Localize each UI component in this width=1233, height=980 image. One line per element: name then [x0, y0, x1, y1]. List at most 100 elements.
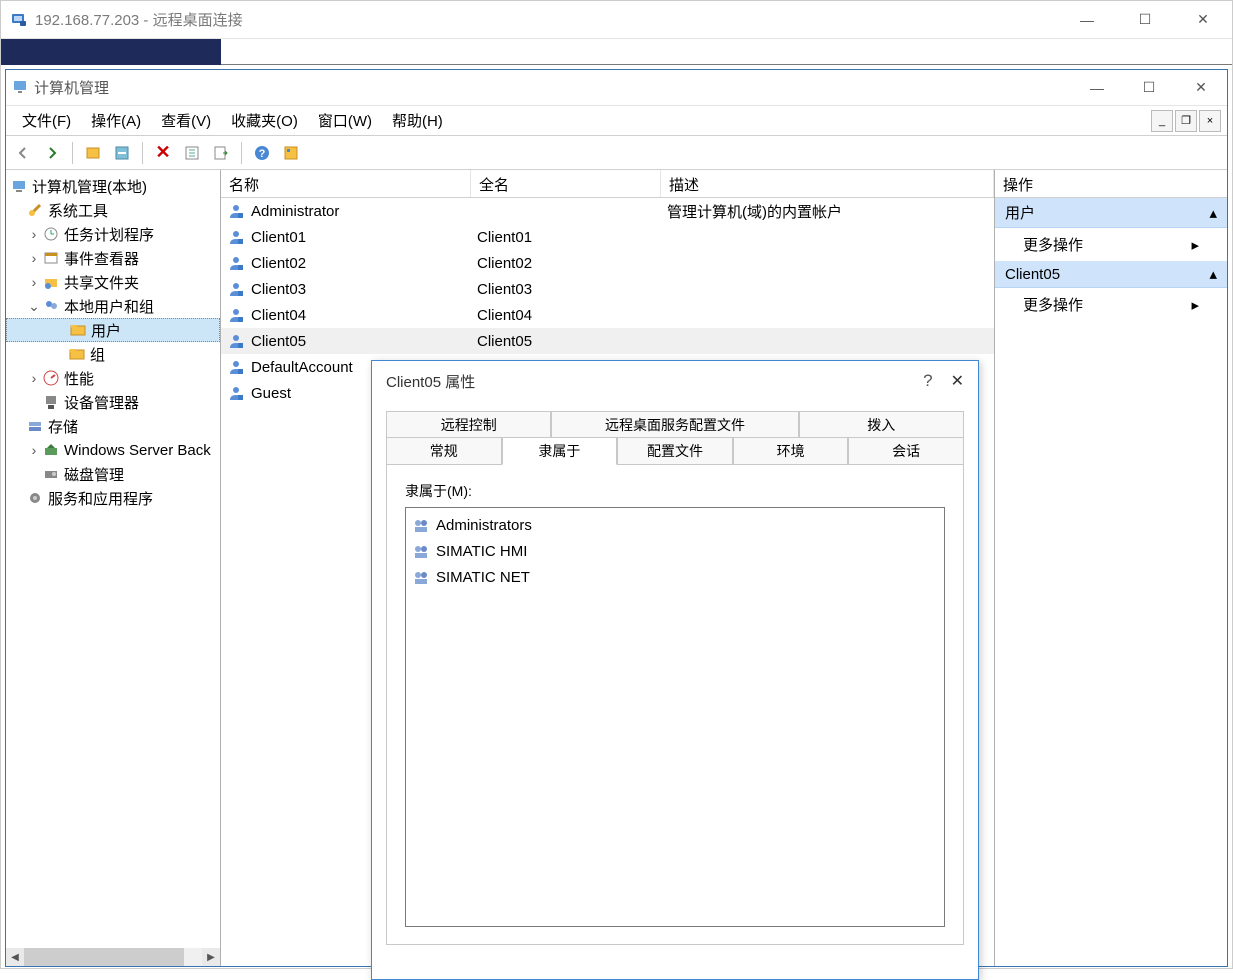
- mmc-titlebar[interactable]: 计算机管理 — ☐ ✕: [6, 70, 1227, 106]
- mmc-minimize-button[interactable]: —: [1071, 70, 1123, 106]
- scroll-left-icon[interactable]: ◀: [6, 948, 24, 966]
- help-button[interactable]: ?: [923, 371, 932, 391]
- computer-icon: [10, 177, 28, 195]
- tree-local-users-groups[interactable]: ⌄ 本地用户和组: [6, 294, 220, 318]
- properties-toolbar-button[interactable]: [109, 140, 135, 166]
- action-pane-header: 操作: [995, 170, 1227, 198]
- tree-task-scheduler[interactable]: › 任务计划程序: [6, 222, 220, 246]
- tab-container: 远程控制 远程桌面服务配置文件 拨入 常规 隶属于 配置文件 环境 会话: [386, 411, 964, 465]
- list-row[interactable]: Client05Client05: [221, 328, 994, 354]
- list-row[interactable]: Client01Client01: [221, 224, 994, 250]
- scroll-right-icon[interactable]: ▶: [202, 948, 220, 966]
- tab-dialin[interactable]: 拨入: [799, 411, 964, 438]
- user-icon: [227, 202, 245, 220]
- event-icon: [42, 249, 60, 267]
- tree-hscrollbar[interactable]: ◀ ▶: [6, 948, 220, 966]
- tree-users[interactable]: 用户: [6, 318, 220, 342]
- action-label: 更多操作: [1023, 294, 1083, 315]
- close-button[interactable]: ✕: [951, 371, 964, 391]
- performance-icon: [42, 369, 60, 387]
- tree-shared-folders[interactable]: › 共享文件夹: [6, 270, 220, 294]
- action-section-users[interactable]: 用户 ▴: [995, 198, 1227, 228]
- expand-icon[interactable]: ›: [26, 226, 42, 242]
- mmc-close-button[interactable]: ✕: [1175, 70, 1227, 106]
- rdp-titlebar[interactable]: 192.168.77.203 - 远程桌面连接 — ☐ ✕: [1, 1, 1232, 39]
- tree-wsb[interactable]: › Windows Server Back: [6, 438, 220, 462]
- extra-button[interactable]: [278, 140, 304, 166]
- user-fullname: Client02: [471, 253, 661, 274]
- close-button[interactable]: ✕: [1174, 1, 1232, 39]
- expand-icon[interactable]: ›: [26, 274, 42, 290]
- tree-root[interactable]: 计算机管理(本地): [6, 174, 220, 198]
- user-name: Client04: [251, 307, 306, 324]
- tree-system-tools[interactable]: 系统工具: [6, 198, 220, 222]
- refresh-button[interactable]: [179, 140, 205, 166]
- forward-button[interactable]: [39, 140, 65, 166]
- mdi-minimize-button[interactable]: _: [1151, 110, 1173, 132]
- tab-general[interactable]: 常规: [386, 438, 502, 465]
- new-button[interactable]: [80, 140, 106, 166]
- menu-favorites[interactable]: 收藏夹(O): [221, 106, 308, 135]
- collapse-up-icon: ▴: [1209, 204, 1217, 222]
- services-icon: [26, 489, 44, 507]
- user-name: Guest: [251, 385, 291, 402]
- chevron-right-icon: ▸: [1191, 236, 1199, 254]
- tab-profile[interactable]: 配置文件: [617, 438, 733, 465]
- menu-window[interactable]: 窗口(W): [308, 106, 382, 135]
- list-row[interactable]: Client04Client04: [221, 302, 994, 328]
- tab-rds-profile[interactable]: 远程桌面服务配置文件: [551, 411, 798, 438]
- maximize-button[interactable]: ☐: [1116, 1, 1174, 39]
- tree-label: 存储: [48, 416, 78, 437]
- rdp-active-tab[interactable]: [1, 39, 221, 65]
- action-more-users[interactable]: 更多操作 ▸: [995, 228, 1227, 261]
- menu-file[interactable]: 文件(F): [12, 106, 81, 135]
- tree-event-viewer[interactable]: › 事件查看器: [6, 246, 220, 270]
- mmc-maximize-button[interactable]: ☐: [1123, 70, 1175, 106]
- tree-label: 任务计划程序: [64, 224, 154, 245]
- expand-icon[interactable]: ›: [26, 442, 42, 458]
- mdi-restore-button[interactable]: ❐: [1175, 110, 1197, 132]
- properties-titlebar[interactable]: Client05 属性 ? ✕: [372, 361, 978, 401]
- col-name[interactable]: 名称: [221, 170, 471, 197]
- group-item[interactable]: Administrators: [410, 512, 940, 538]
- tree-services-apps[interactable]: 服务和应用程序: [6, 486, 220, 510]
- tab-remote-control[interactable]: 远程控制: [386, 411, 551, 438]
- tab-environment[interactable]: 环境: [733, 438, 849, 465]
- collapse-icon[interactable]: ⌄: [26, 298, 42, 315]
- col-fullname[interactable]: 全名: [471, 170, 661, 197]
- menu-view[interactable]: 查看(V): [151, 106, 221, 135]
- action-section-client05[interactable]: Client05 ▴: [995, 261, 1227, 288]
- expand-icon[interactable]: ›: [26, 250, 42, 266]
- help-button[interactable]: ?: [249, 140, 275, 166]
- mdi-close-button[interactable]: ×: [1199, 110, 1221, 132]
- user-icon: [227, 332, 245, 350]
- tab-sessions[interactable]: 会话: [848, 438, 964, 465]
- scroll-thumb[interactable]: [24, 948, 184, 966]
- tree-disk-mgmt[interactable]: 磁盘管理: [6, 462, 220, 486]
- expand-icon[interactable]: ›: [26, 370, 42, 386]
- delete-button[interactable]: ✕: [150, 140, 176, 166]
- tree-groups[interactable]: 组: [6, 342, 220, 366]
- minimize-button[interactable]: —: [1058, 1, 1116, 39]
- export-button[interactable]: [208, 140, 234, 166]
- tree-device-manager[interactable]: 设备管理器: [6, 390, 220, 414]
- menu-help[interactable]: 帮助(H): [382, 106, 453, 135]
- list-row[interactable]: Client02Client02: [221, 250, 994, 276]
- group-item[interactable]: SIMATIC NET: [410, 564, 940, 590]
- device-icon: [42, 393, 60, 411]
- action-label: 更多操作: [1023, 234, 1083, 255]
- col-description[interactable]: 描述: [661, 170, 994, 197]
- list-row[interactable]: Client03Client03: [221, 276, 994, 302]
- memberof-listbox[interactable]: AdministratorsSIMATIC HMISIMATIC NET: [405, 507, 945, 927]
- list-row[interactable]: Administrator管理计算机(域)的内置帐户: [221, 198, 994, 224]
- user-icon: [227, 280, 245, 298]
- action-more-client05[interactable]: 更多操作 ▸: [995, 288, 1227, 321]
- section-label: Client05: [1005, 266, 1060, 283]
- section-label: 用户: [1005, 202, 1035, 223]
- tree-storage[interactable]: 存储: [6, 414, 220, 438]
- menu-action[interactable]: 操作(A): [81, 106, 151, 135]
- tree-performance[interactable]: › 性能: [6, 366, 220, 390]
- tab-memberof[interactable]: 隶属于: [502, 438, 618, 465]
- group-item[interactable]: SIMATIC HMI: [410, 538, 940, 564]
- back-button[interactable]: [10, 140, 36, 166]
